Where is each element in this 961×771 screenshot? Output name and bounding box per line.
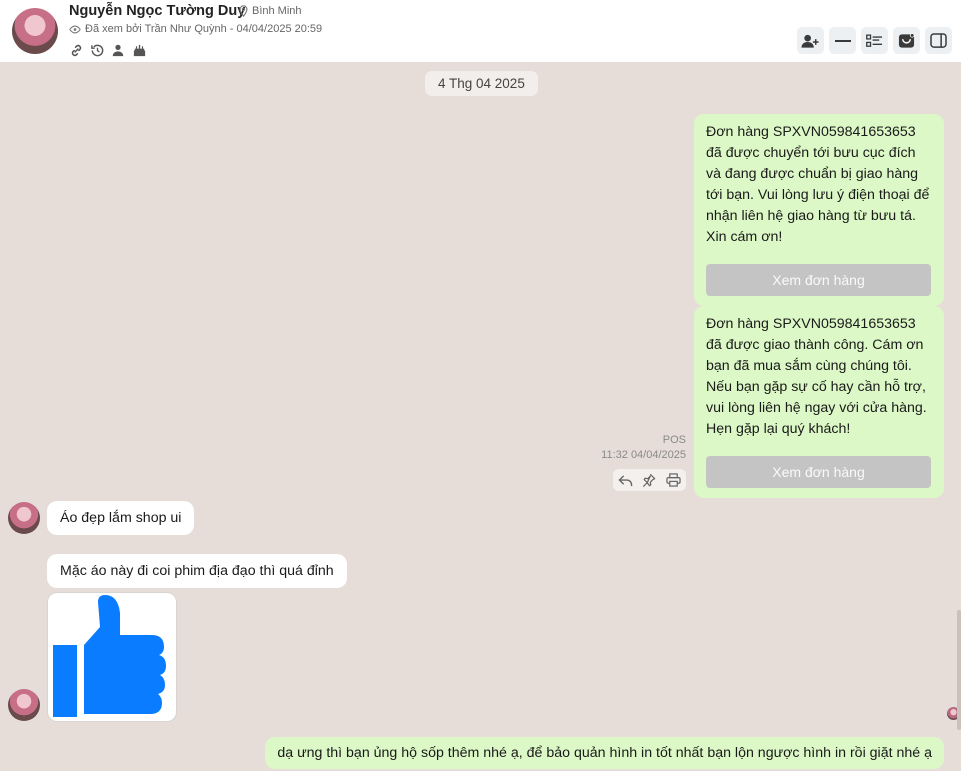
header-toolbar: [797, 27, 952, 54]
outgoing-message[interactable]: dạ ưng thì bạn ủng hộ sốp thêm nhé ạ, để…: [265, 737, 944, 769]
contact-location: Bình Minh: [238, 5, 302, 17]
sender-avatar[interactable]: [8, 502, 40, 534]
sidebar-panel-icon: [930, 33, 947, 48]
reply-icon[interactable]: [617, 472, 633, 488]
contact-name[interactable]: Nguyễn Ngọc Tường Duy: [69, 3, 245, 19]
seen-by-text: Đã xem bởi Trần Như Quỳnh - 04/04/2025 2…: [85, 23, 323, 35]
contact-meta-icons: [68, 42, 147, 58]
date-separator: 4 Thg 04 2025: [425, 71, 538, 96]
person-icon[interactable]: [110, 42, 126, 58]
list-button[interactable]: [861, 27, 888, 54]
incoming-message[interactable]: Áo đẹp lắm shop ui: [47, 501, 195, 535]
message-actions: [613, 469, 686, 491]
contact-avatar[interactable]: [12, 8, 58, 54]
minus-icon: [834, 39, 851, 42]
chat-header: Nguyễn Ngọc Tường Duy Bình Minh Đã xem b…: [0, 0, 961, 62]
add-user-button[interactable]: [797, 27, 824, 54]
view-order-button[interactable]: Xem đơn hàng: [706, 264, 931, 296]
message-sender: POS: [662, 434, 686, 446]
cake-icon[interactable]: [131, 42, 147, 58]
location-pin-icon: [239, 5, 248, 17]
add-user-icon: [801, 34, 819, 48]
location-label: Bình Minh: [252, 5, 302, 17]
list-icon: [866, 33, 883, 47]
outgoing-message[interactable]: Đơn hàng SPXVN059841653653 đã được chuyể…: [694, 114, 944, 306]
sender-avatar[interactable]: [8, 689, 40, 721]
inbox-button[interactable]: [893, 27, 920, 54]
message-text: Đơn hàng SPXVN059841653653 đã được chuyể…: [706, 124, 930, 245]
message-text: Đơn hàng SPXVN059841653653 đã được giao …: [706, 316, 927, 437]
eye-icon: [69, 25, 81, 33]
incoming-message[interactable]: Mặc áo này đi coi phim địa đạo thì quá đ…: [47, 554, 347, 588]
link-icon[interactable]: [68, 42, 84, 58]
outgoing-message[interactable]: Đơn hàng SPXVN059841653653 đã được giao …: [694, 306, 944, 498]
pin-icon[interactable]: [641, 472, 657, 488]
print-icon[interactable]: [666, 472, 682, 488]
minimize-button[interactable]: [829, 27, 856, 54]
thumbs-up-icon: [53, 595, 166, 717]
message-meta: POS 11:32 04/04/2025: [601, 433, 686, 463]
incoming-sticker[interactable]: [47, 592, 177, 722]
seen-status: Đã xem bởi Trần Như Quỳnh - 04/04/2025 2…: [69, 23, 322, 35]
message-time: 11:32 04/04/2025: [601, 449, 686, 461]
inbox-icon: [898, 32, 915, 48]
history-icon[interactable]: [89, 42, 105, 58]
toggle-sidebar-button[interactable]: [925, 27, 952, 54]
view-order-button[interactable]: Xem đơn hàng: [706, 456, 931, 488]
chat-scrollbar[interactable]: [957, 610, 961, 730]
